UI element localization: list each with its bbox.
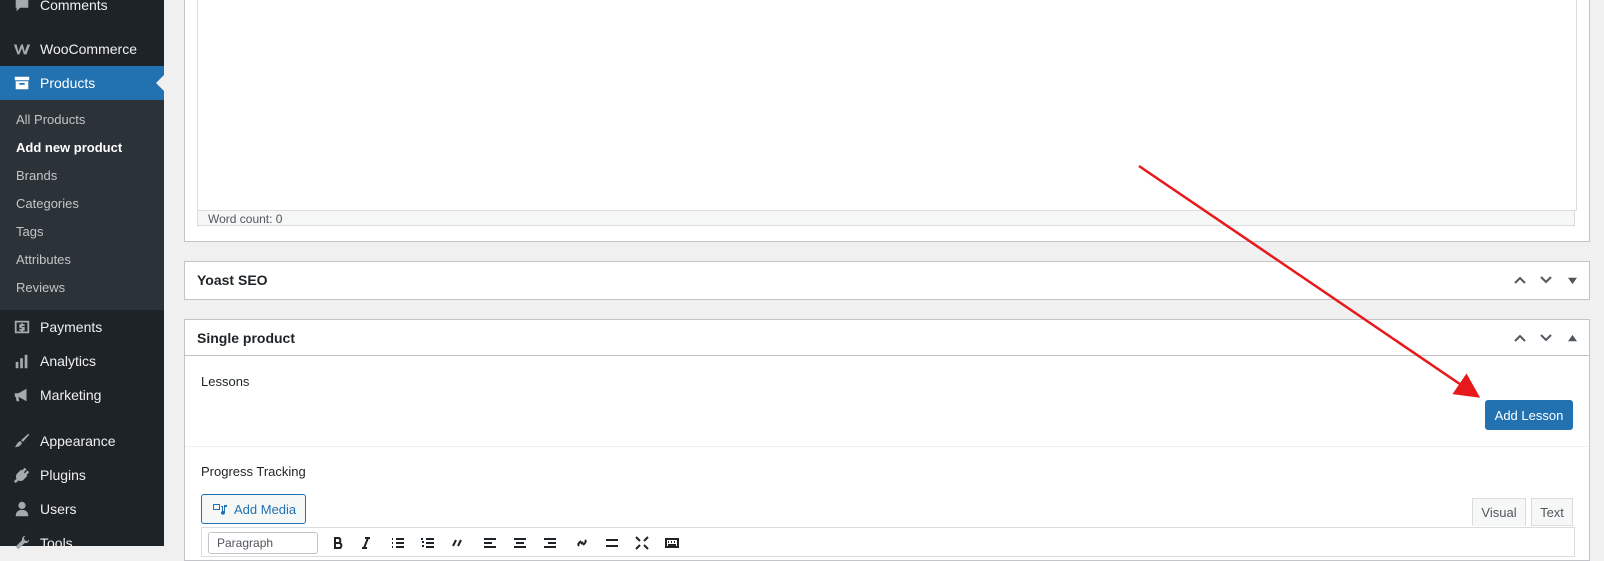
fullscreen-icon[interactable] (632, 535, 652, 551)
single-product-title: Single product (197, 330, 295, 346)
align-left-icon[interactable] (480, 535, 500, 551)
wrench-icon (12, 533, 32, 553)
toggle-panel-icon[interactable] (1562, 270, 1582, 290)
link-icon[interactable] (572, 535, 592, 551)
menu-item-label: Marketing (40, 387, 102, 403)
tab-visual[interactable]: Visual (1472, 498, 1526, 526)
bar-chart-icon (12, 351, 32, 371)
submenu-categories[interactable]: Categories (16, 196, 79, 211)
progress-tracking-label: Progress Tracking (201, 464, 306, 479)
comments-icon (12, 0, 32, 15)
submenu-all-products[interactable]: All Products (16, 112, 85, 127)
move-down-icon[interactable] (1536, 328, 1556, 348)
lessons-label: Lessons (201, 374, 250, 389)
postbox-header-divider (185, 355, 1589, 356)
paintbrush-icon (12, 431, 32, 451)
format-select[interactable]: Paragraph (208, 532, 318, 554)
menu-item-payments[interactable]: Payments (0, 310, 164, 344)
woocommerce-icon (12, 39, 32, 59)
word-count: Word count: 0 (197, 210, 1575, 226)
menu-item-plugins[interactable]: Plugins (0, 458, 164, 492)
menu-item-comments[interactable]: Comments (0, 0, 164, 22)
menu-item-label: Products (40, 75, 96, 91)
menu-item-label: Tools (40, 535, 73, 551)
editor-toolbar: Paragraph (201, 527, 1575, 557)
description-editor-area[interactable] (197, 0, 1577, 211)
italic-icon[interactable] (356, 535, 376, 551)
menu-item-woocommerce[interactable]: WooCommerce (0, 32, 164, 66)
section-divider (185, 446, 1588, 447)
menu-item-tools[interactable]: Tools (0, 526, 164, 560)
toggle-panel-icon[interactable] (1562, 328, 1582, 348)
add-lesson-button[interactable]: Add Lesson (1485, 400, 1573, 430)
move-down-icon[interactable] (1536, 270, 1556, 290)
menu-item-products[interactable]: Products (0, 66, 164, 100)
menu-item-appearance[interactable]: Appearance (0, 424, 164, 458)
admin-sidebar: Comments WooCommerce Products All Produc… (0, 0, 164, 551)
payments-icon (12, 317, 32, 337)
read-more-icon[interactable] (602, 535, 622, 551)
menu-item-label: Analytics (40, 353, 97, 369)
menu-item-label: Appearance (40, 433, 116, 449)
move-up-icon[interactable] (1510, 270, 1530, 290)
menu-item-label: Users (40, 501, 77, 517)
submenu-tags[interactable]: Tags (16, 224, 43, 239)
menu-item-label: Plugins (40, 467, 86, 483)
media-icon (213, 504, 227, 515)
megaphone-icon (12, 385, 32, 405)
tab-text[interactable]: Text (1531, 498, 1573, 526)
blockquote-icon[interactable] (448, 535, 468, 551)
toolbar-toggle-icon[interactable] (662, 535, 682, 551)
move-up-icon[interactable] (1510, 328, 1530, 348)
bold-icon[interactable] (328, 535, 348, 551)
menu-item-label: Payments (40, 319, 103, 335)
menu-item-analytics[interactable]: Analytics (0, 344, 164, 378)
users-icon (12, 499, 32, 519)
submenu-attributes[interactable]: Attributes (16, 252, 71, 267)
align-center-icon[interactable] (510, 535, 530, 551)
menu-item-label: Comments (40, 0, 108, 13)
menu-item-users[interactable]: Users (0, 492, 164, 526)
archive-icon (12, 73, 32, 93)
submenu-brands[interactable]: Brands (16, 168, 57, 183)
add-media-label: Add Media (234, 501, 297, 517)
menu-item-label: WooCommerce (40, 41, 137, 57)
align-right-icon[interactable] (540, 535, 560, 551)
plugin-icon (12, 465, 32, 485)
yoast-seo-title: Yoast SEO (197, 272, 268, 288)
submenu-reviews[interactable]: Reviews (16, 280, 65, 295)
submenu-add-new-product[interactable]: Add new product (16, 140, 122, 155)
menu-item-marketing[interactable]: Marketing (0, 378, 164, 412)
products-submenu: All Products Add new product Brands Cate… (0, 100, 164, 310)
yoast-seo-postbox (184, 261, 1590, 300)
bullet-list-icon[interactable] (388, 535, 408, 551)
add-media-button[interactable]: Add Media (201, 494, 306, 524)
numbered-list-icon[interactable] (418, 535, 438, 551)
